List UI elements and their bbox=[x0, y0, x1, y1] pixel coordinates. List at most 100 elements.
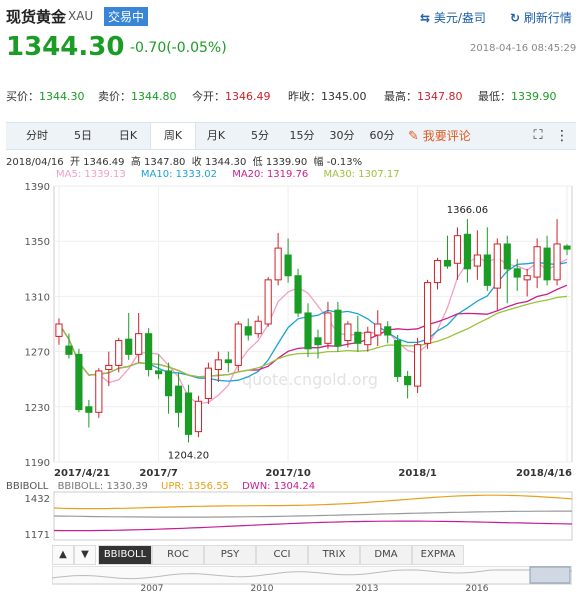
candle-body bbox=[543, 247, 551, 281]
candle-body bbox=[184, 392, 193, 435]
stat-low: 最低：1339.90 bbox=[478, 90, 557, 103]
candle-body bbox=[503, 243, 511, 270]
refresh-quote-button[interactable]: ↻ 刷新行情 bbox=[510, 9, 572, 26]
tab-daily[interactable]: 日K bbox=[106, 123, 150, 149]
candle-body bbox=[274, 247, 282, 281]
tab-5min[interactable]: 5分 bbox=[238, 123, 282, 149]
candle-body bbox=[85, 406, 93, 413]
refresh-label: 刷新行情 bbox=[523, 11, 572, 25]
tab-5day[interactable]: 5日 bbox=[60, 123, 106, 149]
navigator-track bbox=[52, 566, 572, 585]
candle-body bbox=[264, 279, 272, 325]
x-tick-label: 2018/1 bbox=[398, 468, 436, 479]
comment-button[interactable]: ✎ 我要评论 bbox=[408, 123, 471, 149]
y-tick-label: 1310 bbox=[25, 292, 50, 303]
timeline-navigator[interactable]: 2007 2010 2013 2016 bbox=[52, 566, 572, 592]
stat-ask: 卖价：1344.80 bbox=[98, 90, 177, 103]
candle-body bbox=[164, 370, 173, 397]
candle-body bbox=[324, 312, 332, 344]
candle-body bbox=[553, 243, 561, 281]
fullscreen-icon[interactable]: ⛶ bbox=[528, 123, 548, 149]
candle-body bbox=[513, 268, 521, 278]
tab-trix[interactable]: TRIX bbox=[308, 545, 360, 565]
x-tick-label: 2017/4/21 bbox=[54, 468, 110, 479]
navigator-window-handle[interactable] bbox=[529, 566, 571, 584]
instrument-title: 现货黄金 bbox=[6, 8, 67, 26]
timeline-year-label: 2013 bbox=[356, 584, 379, 592]
current-price: 1344.30 bbox=[6, 32, 125, 62]
y-tick-label: 1390 bbox=[25, 182, 50, 193]
trading-status-badge: 交易中 bbox=[104, 7, 149, 26]
candle-body bbox=[334, 309, 342, 347]
boll-lower-line bbox=[53, 520, 573, 532]
tab-60min[interactable]: 60分 bbox=[362, 123, 402, 149]
tab-bbiboll[interactable]: BBIBOLL bbox=[98, 545, 152, 565]
candle-body bbox=[75, 353, 83, 411]
tab-15min[interactable]: 15分 bbox=[282, 123, 322, 149]
candle-body bbox=[105, 364, 113, 371]
boll-mid-line bbox=[53, 510, 572, 518]
candle-body bbox=[234, 323, 242, 366]
candle-body bbox=[214, 359, 222, 371]
candle-body bbox=[394, 340, 402, 377]
candle-body bbox=[284, 254, 292, 277]
timeline-year-label: 2007 bbox=[141, 584, 164, 592]
watermark: quote.cngold.org bbox=[242, 370, 378, 389]
candle-body bbox=[354, 331, 362, 344]
candle-body bbox=[314, 337, 322, 346]
candle-body bbox=[523, 275, 531, 281]
candlestick-chart[interactable]: 1390 1350 1310 1270 1230 1190 2017/4/21 2017/7 2… bbox=[0, 180, 583, 480]
tab-psy[interactable]: PSY bbox=[204, 545, 256, 565]
x-tick-label: 2017/10 bbox=[265, 468, 310, 479]
tab-weekly[interactable]: 周K bbox=[150, 123, 196, 149]
candle-body bbox=[224, 359, 232, 364]
candle-body bbox=[55, 323, 63, 337]
quote-timestamp: 2018-04-16 08:45:29 bbox=[470, 43, 577, 54]
tab-30min[interactable]: 30分 bbox=[322, 123, 362, 149]
low-annotation: 1204.20 bbox=[168, 450, 209, 461]
scroll-down-button[interactable]: ▼ bbox=[74, 545, 96, 565]
candle-body bbox=[404, 375, 412, 386]
candle-body bbox=[145, 333, 153, 371]
y-tick-label: 1190 bbox=[25, 458, 50, 469]
candle-body bbox=[364, 331, 372, 346]
more-icon[interactable]: ⋮ bbox=[552, 123, 572, 149]
candle-body bbox=[115, 340, 123, 366]
candle-body bbox=[244, 326, 252, 336]
x-tick-label: 2017/7 bbox=[139, 468, 177, 479]
candle-body bbox=[483, 254, 491, 286]
stat-high: 最高：1347.80 bbox=[384, 90, 463, 103]
y-tick-label: 1350 bbox=[25, 237, 50, 248]
tab-dma[interactable]: DMA bbox=[360, 545, 412, 565]
candle-body bbox=[433, 260, 442, 284]
candle-body bbox=[294, 275, 302, 314]
tab-expma[interactable]: EXPMA bbox=[412, 545, 464, 565]
y-tick-label: 1270 bbox=[25, 348, 50, 359]
candle-body bbox=[65, 345, 73, 355]
period-tabs: 分时 5日 日K 周K 月K 5分 15分 30分 60分 ✎ 我要评论 ⛶ ⋮ bbox=[6, 122, 576, 150]
tab-minute[interactable]: 分时 bbox=[14, 123, 60, 149]
scroll-up-button[interactable]: ▲ bbox=[52, 545, 74, 565]
stat-bid: 买价：1344.30 bbox=[6, 90, 85, 103]
x-tick-label: 2018/4/16 bbox=[516, 468, 572, 479]
refresh-icon: ↻ bbox=[510, 11, 521, 25]
tab-monthly[interactable]: 月K bbox=[194, 123, 238, 149]
candle-body bbox=[174, 385, 183, 413]
candle-body bbox=[135, 333, 143, 355]
candle-body bbox=[125, 338, 133, 355]
ma20-label: MA20: 1319.76 bbox=[232, 169, 309, 180]
comment-label: 我要评论 bbox=[422, 129, 471, 143]
swap-icon: ⇆ bbox=[420, 11, 431, 25]
tab-roc[interactable]: ROC bbox=[152, 545, 204, 565]
candle-body bbox=[155, 370, 163, 375]
stats-row: 买价：1344.30 卖价：1344.80 今开：1346.49 昨收：1345… bbox=[0, 82, 583, 106]
plot-frame bbox=[53, 185, 573, 463]
candle-body bbox=[533, 246, 541, 278]
high-annotation: 1366.06 bbox=[447, 205, 488, 216]
candle-body bbox=[493, 243, 501, 289]
candle-body bbox=[563, 245, 571, 250]
currency-link[interactable]: ⇆ 美元/盎司 bbox=[420, 9, 486, 26]
currency-link-label: 美元/盎司 bbox=[433, 11, 486, 25]
candle-body bbox=[194, 400, 203, 433]
tab-cci[interactable]: CCI bbox=[256, 545, 308, 565]
